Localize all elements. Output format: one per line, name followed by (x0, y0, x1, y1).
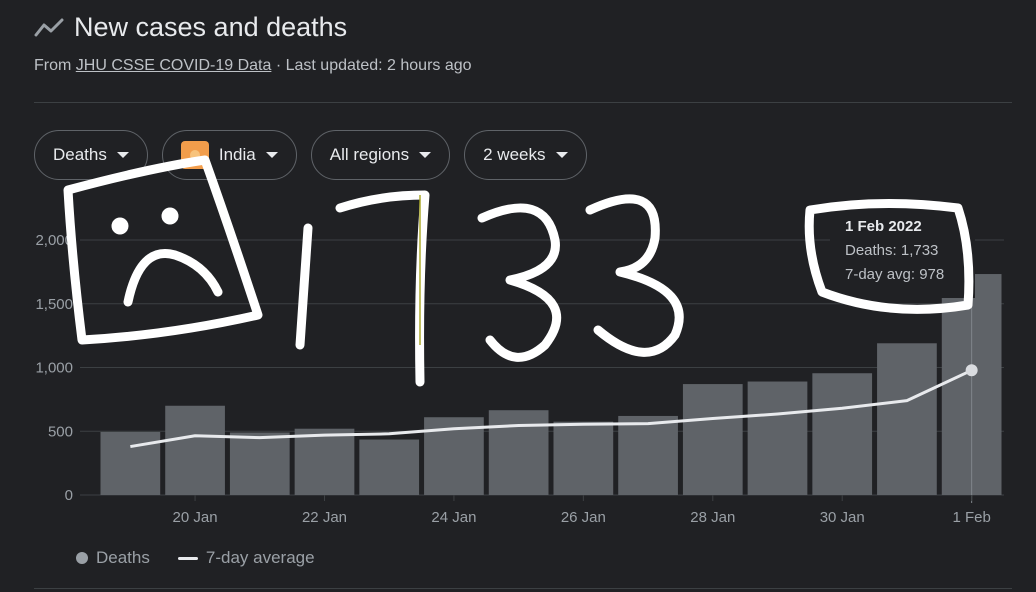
y-tick-label: 1,000 (35, 360, 73, 377)
bar[interactable] (359, 439, 420, 495)
legend-deaths-label: Deaths (96, 548, 150, 567)
footer-divider (34, 588, 1012, 589)
bar[interactable] (618, 415, 678, 495)
bar[interactable] (100, 431, 161, 495)
x-tick-label: 22 Jan (302, 509, 347, 526)
legend-line-icon (177, 556, 198, 560)
y-tick-label: 1,500 (35, 296, 73, 313)
bar[interactable] (682, 384, 743, 495)
y-tick-label: 0 (65, 487, 73, 504)
tooltip-deaths: Deaths: 1,733 (845, 242, 939, 259)
x-tick-label: 28 Jan (690, 509, 735, 526)
legend-average[interactable]: 7-day average (177, 548, 315, 568)
bar[interactable] (229, 432, 290, 495)
bar[interactable] (747, 381, 808, 495)
bar[interactable] (877, 343, 937, 495)
legend-deaths[interactable]: Deaths (76, 548, 150, 568)
tooltip-avg: 7-day avg: 978 (845, 266, 945, 283)
x-tick-label: 24 Jan (431, 509, 476, 526)
bar[interactable] (165, 405, 225, 495)
x-tick-label: 1 Feb (952, 509, 990, 526)
bar[interactable] (553, 421, 614, 495)
avg-point (965, 364, 978, 377)
chart-legend: Deaths 7-day average (76, 548, 315, 568)
y-tick-label: 500 (48, 423, 73, 440)
y-tick-label: 2,000 (35, 232, 73, 249)
bar[interactable] (294, 428, 355, 495)
x-tick-label: 30 Jan (820, 509, 865, 526)
legend-average-label: 7-day average (205, 548, 315, 567)
legend-dot-icon (76, 552, 88, 564)
chart-tooltip: 1 Feb 2022 Deaths: 1,733 7-day avg: 978 (830, 206, 975, 298)
tooltip-date: 1 Feb 2022 (845, 218, 922, 235)
bar[interactable] (488, 410, 549, 495)
bar[interactable] (812, 373, 873, 495)
x-tick-label: 26 Jan (561, 509, 606, 526)
x-tick-label: 20 Jan (173, 509, 218, 526)
